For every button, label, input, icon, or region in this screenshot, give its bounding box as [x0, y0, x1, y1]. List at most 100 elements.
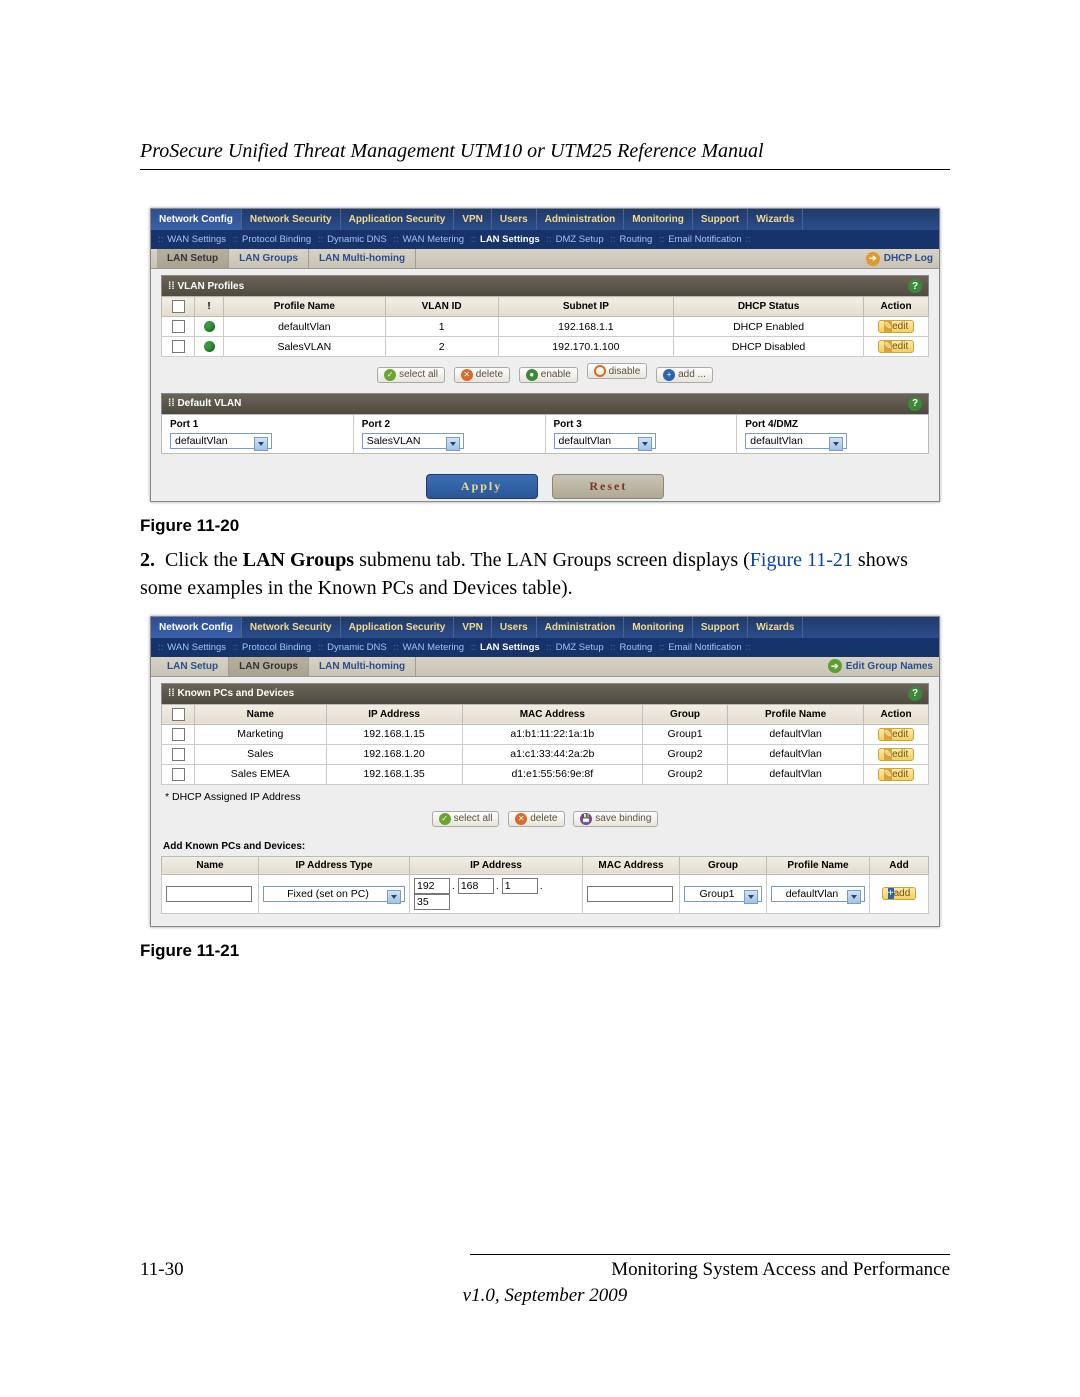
ip-octet-3[interactable]	[502, 878, 538, 894]
add-name-input[interactable]	[166, 886, 252, 902]
reset-button[interactable]: Reset	[552, 474, 664, 499]
help-icon[interactable]: ?	[908, 279, 922, 293]
row-checkbox[interactable]	[172, 748, 185, 761]
help-icon[interactable]: ?	[908, 397, 922, 411]
subtab-wan-settings[interactable]: WAN Settings	[167, 234, 226, 245]
tab-vpn[interactable]: VPN	[454, 209, 492, 230]
tab-administration[interactable]: Administration	[537, 617, 625, 638]
port-grid: Port 1defaultVlan Port 2SalesVLAN Port 3…	[161, 414, 929, 454]
grip-icon: ⁞⁞	[168, 281, 175, 292]
tab-support[interactable]: Support	[693, 209, 748, 230]
tab-application-security[interactable]: Application Security	[341, 209, 455, 230]
row-checkbox[interactable]	[172, 340, 185, 353]
delete-button[interactable]: ✕delete	[508, 811, 564, 827]
save-binding-button[interactable]: 💾save binding	[573, 811, 658, 827]
tert-lan-groups[interactable]: LAN Groups	[229, 249, 309, 268]
help-icon[interactable]: ?	[908, 687, 922, 701]
tab-users[interactable]: Users	[492, 617, 537, 638]
edit-button[interactable]: ✎edit	[878, 768, 915, 781]
ip-octet-1[interactable]	[414, 878, 450, 894]
known-pcs-table: NameIP AddressMAC AddressGroupProfile Na…	[161, 704, 929, 785]
add-known-table: NameIP Address TypeIP AddressMAC Address…	[161, 856, 929, 914]
tert-lan-multihoming[interactable]: LAN Multi-homing	[309, 657, 416, 676]
subtab-dmz-setup[interactable]: DMZ Setup	[556, 642, 604, 653]
subtab-email-notification[interactable]: Email Notification	[668, 234, 741, 245]
subtab-dynamic-dns[interactable]: Dynamic DNS	[327, 642, 387, 653]
tert-lan-setup[interactable]: LAN Setup	[157, 657, 229, 676]
tab-network-config[interactable]: Network Config	[151, 209, 242, 230]
subtab-routing[interactable]: Routing	[620, 234, 653, 245]
tab-vpn[interactable]: VPN	[454, 617, 492, 638]
edit-button[interactable]: ✎edit	[878, 340, 915, 353]
footer-version: v1.0, September 2009	[140, 1285, 950, 1307]
subtab-wan-settings[interactable]: WAN Settings	[167, 642, 226, 653]
subtab-routing[interactable]: Routing	[620, 642, 653, 653]
subtab-wan-metering[interactable]: WAN Metering	[403, 642, 464, 653]
tert-lan-setup[interactable]: LAN Setup	[157, 249, 229, 268]
select-all-checkbox[interactable]	[172, 708, 185, 721]
grip-icon: ⁞⁞	[168, 398, 175, 409]
port-2-select[interactable]: SalesVLAN	[362, 433, 464, 449]
port-4-select[interactable]: defaultVlan	[745, 433, 847, 449]
subtab-dynamic-dns[interactable]: Dynamic DNS	[327, 234, 387, 245]
tab-monitoring[interactable]: Monitoring	[624, 209, 693, 230]
add-group-select[interactable]: Group1	[684, 886, 762, 902]
tab-network-config[interactable]: Network Config	[151, 617, 242, 638]
subtab-wan-metering[interactable]: WAN Metering	[403, 234, 464, 245]
add-mac-input[interactable]	[587, 886, 673, 902]
document-title: ProSecure Unified Threat Management UTM1…	[140, 140, 950, 170]
select-all-button[interactable]: ✓select all	[377, 367, 445, 383]
subtab-lan-settings[interactable]: LAN Settings	[480, 234, 540, 245]
edit-icon: ✎	[884, 341, 892, 352]
delete-button[interactable]: ✕delete	[454, 367, 510, 383]
ip-octet-4[interactable]	[414, 894, 450, 910]
enable-button[interactable]: ●enable	[519, 367, 578, 383]
edit-icon: ✎	[884, 749, 892, 760]
port-1-select[interactable]: defaultVlan	[170, 433, 272, 449]
subtab-email-notification[interactable]: Email Notification	[668, 642, 741, 653]
add-button[interactable]: +add ...	[656, 367, 713, 383]
tab-wizards[interactable]: Wizards	[748, 209, 803, 230]
row-checkbox[interactable]	[172, 320, 185, 333]
tab-application-security[interactable]: Application Security	[341, 617, 455, 638]
edit-icon: ✎	[884, 729, 892, 740]
tab-users[interactable]: Users	[492, 209, 537, 230]
edit-button[interactable]: ✎edit	[878, 728, 915, 741]
add-profile-select[interactable]: defaultVlan	[771, 886, 865, 902]
tab-wizards[interactable]: Wizards	[748, 617, 803, 638]
add-row-button[interactable]: +add	[882, 887, 917, 900]
subtab-lan-settings[interactable]: LAN Settings	[480, 642, 540, 653]
subtab-protocol-binding[interactable]: Protocol Binding	[242, 642, 311, 653]
arrow-icon: ➔	[866, 252, 880, 266]
add-icon: +	[663, 369, 675, 381]
tab-administration[interactable]: Administration	[537, 209, 625, 230]
check-icon: ✓	[439, 813, 451, 825]
row-checkbox[interactable]	[172, 728, 185, 741]
edit-button[interactable]: ✎edit	[878, 748, 915, 761]
row-checkbox[interactable]	[172, 768, 185, 781]
vlan-profiles-title: VLAN Profiles	[177, 281, 244, 292]
select-all-button[interactable]: ✓select all	[432, 811, 500, 827]
tab-network-security[interactable]: Network Security	[242, 209, 341, 230]
figure-caption-2: Figure 11-21	[140, 941, 950, 961]
status-dot-icon	[204, 321, 215, 332]
disable-button[interactable]: disable	[587, 363, 648, 379]
port-3-select[interactable]: defaultVlan	[554, 433, 656, 449]
sub-tab-row: ::WAN Settings ::Protocol Binding ::Dyna…	[151, 638, 939, 657]
ip-octet-2[interactable]	[458, 878, 494, 894]
dhcp-log-link[interactable]: ➔DHCP Log	[866, 252, 933, 266]
edit-group-names-link[interactable]: ➔Edit Group Names	[828, 659, 933, 673]
tab-support[interactable]: Support	[693, 617, 748, 638]
tert-lan-groups[interactable]: LAN Groups	[229, 657, 309, 676]
subtab-dmz-setup[interactable]: DMZ Setup	[556, 234, 604, 245]
dhcp-note: * DHCP Assigned IP Address	[161, 785, 929, 805]
ip-address-type-select[interactable]: Fixed (set on PC)	[263, 886, 405, 902]
tab-network-security[interactable]: Network Security	[242, 617, 341, 638]
figure-link[interactable]: Figure 11-21	[750, 549, 853, 571]
subtab-protocol-binding[interactable]: Protocol Binding	[242, 234, 311, 245]
tab-monitoring[interactable]: Monitoring	[624, 617, 693, 638]
tert-lan-multihoming[interactable]: LAN Multi-homing	[309, 249, 416, 268]
apply-button[interactable]: Apply	[426, 474, 538, 499]
select-all-checkbox[interactable]	[172, 300, 185, 313]
edit-button[interactable]: ✎edit	[878, 320, 915, 333]
